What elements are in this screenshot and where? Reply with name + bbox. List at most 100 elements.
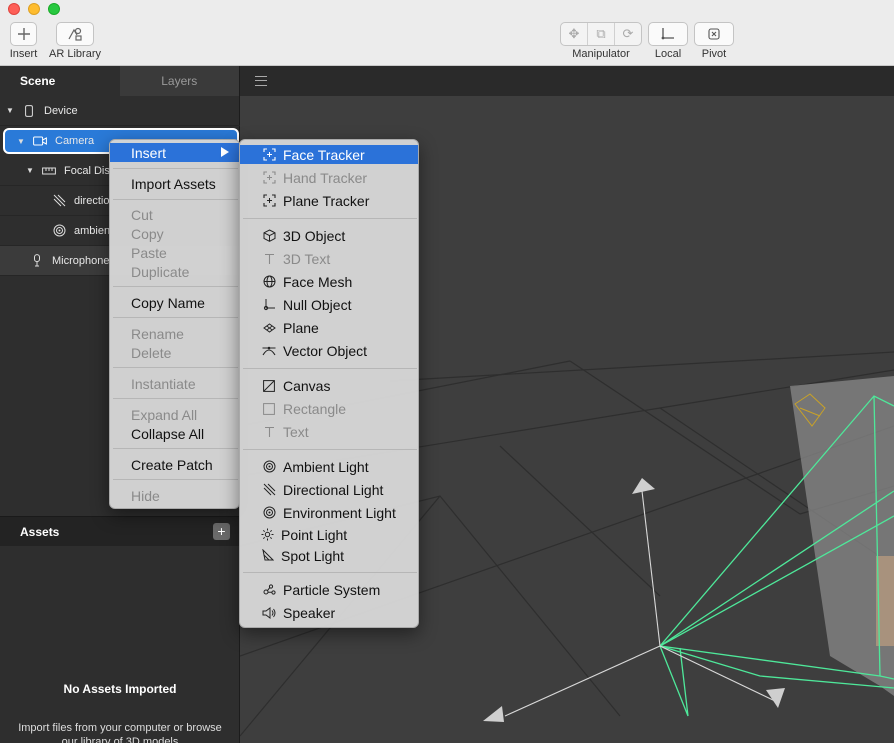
ruler-icon [42,164,56,178]
add-asset-button[interactable]: + [213,523,230,540]
menu-item-hide: Hide [131,487,160,504]
menu-item-create-patch[interactable]: Create Patch [110,455,239,474]
submenu-item-label: Environment Light [283,504,396,521]
tree-item-label: Microphone [52,254,110,267]
submenu-item-text: Text [240,422,418,441]
menu-item-expand-all: Expand All [131,406,198,423]
ambient-light-icon [262,460,276,474]
panel-tabs: Scene Layers [0,66,239,96]
submenu-item-directional-light[interactable]: Directional Light [240,480,418,499]
submenu-item-label: Vector Object [283,342,368,359]
submenu-item-label: Point Light [281,526,348,543]
menu-separator [113,286,238,287]
menu-separator [243,218,417,219]
submenu-item-particle-system[interactable]: Particle System [240,580,418,599]
tab-scene[interactable]: Scene [0,66,120,96]
submenu-item-speaker[interactable]: Speaker [240,603,418,622]
tab-layers[interactable]: Layers [119,66,239,96]
manipulator-control[interactable]: ✥ ⧉ ⟳ [560,22,642,46]
point-light-icon [260,528,274,542]
submenu-item-plane-tracker[interactable]: Plane Tracker [240,191,418,210]
submenu-item-rectangle: Rectangle [240,399,418,418]
menu-item-cut: Cut [131,206,153,223]
submenu-item-plane[interactable]: Plane [240,318,418,337]
axis-arrow-x[interactable] [483,706,504,722]
submenu-item-3d-object[interactable]: 3D Object [240,226,418,245]
submenu-item-canvas[interactable]: Canvas [240,376,418,395]
pivot-button[interactable] [694,22,734,46]
microphone-icon [30,254,44,268]
tree-item-label: ambien [74,224,111,237]
shapes-icon [68,27,82,41]
minimize-window-button[interactable] [28,3,40,15]
submenu-item-label: 3D Object [283,227,346,244]
phone-icon [22,104,36,118]
menu-item-copy-name[interactable]: Copy Name [110,293,239,312]
null-object-icon [262,298,276,312]
submenu-item-label: Null Object [283,296,352,313]
speaker-icon [262,606,276,620]
expand-arrow-icon[interactable]: ▼ [6,106,16,115]
submenu-item-spot-light[interactable]: Spot Light [240,546,418,565]
menu-item-insert[interactable]: Insert [110,143,239,162]
submenu-item-point-light[interactable]: Point Light [240,525,418,544]
menu-separator [113,448,238,449]
menu-item-label: Insert [131,144,167,161]
menu-icon[interactable] [255,76,267,86]
submenu-item-label: Hand Tracker [283,169,368,186]
submenu-item-face-mesh[interactable]: Face Mesh [240,272,418,291]
local-button[interactable] [648,22,688,46]
insert-button[interactable] [10,22,37,46]
environment-light-icon [262,506,276,520]
manipulator-label: Manipulator [572,48,630,60]
close-window-button[interactable] [8,3,20,15]
menu-item-delete: Delete [131,344,172,361]
tree-item-label: Focal Dis [64,164,110,177]
menu-item-paste: Paste [131,244,167,261]
tree-item-label: directio [74,194,110,207]
submenu-item-face-tracker[interactable]: Face Tracker [240,145,418,164]
local-axis-icon [661,28,674,40]
import-help-text: Import files from your computer or brows… [18,722,222,743]
submenu-item-label: Text [283,423,309,440]
submenu-item-environment-light[interactable]: Environment Light [240,503,418,522]
context-menu: Insert Import Assets Cut Copy Paste Dupl… [109,139,240,509]
axis-arrow-y[interactable] [632,478,655,494]
submenu-item-label: 3D Text [283,250,331,267]
camera-icon [33,134,47,148]
menu-item-copy: Copy [131,225,164,242]
menu-separator [113,367,238,368]
tree-item-label: Device [44,104,78,117]
vector-icon [262,344,276,358]
face-tracker-icon [262,148,276,162]
menu-item-collapse-all[interactable]: Collapse All [110,424,239,443]
menu-separator [113,479,238,480]
expand-arrow-icon[interactable]: ▼ [26,166,36,175]
plane-icon [262,321,276,335]
submenu-item-vector-object[interactable]: Vector Object [240,341,418,360]
pivot-icon [708,28,720,40]
expand-arrow-icon[interactable]: ▼ [17,137,27,146]
window-toolbar: Insert AR Library ✥ ⧉ ⟳ Manipulator Loca… [0,0,894,66]
submenu-item-label: Plane [283,319,319,336]
text-icon [262,425,276,439]
rotate-icon[interactable]: ⟳ [615,23,641,45]
hand-tracker-icon [262,171,276,185]
ar-library-button[interactable] [56,22,94,46]
plus-icon [17,28,30,40]
submenu-item-null-object[interactable]: Null Object [240,295,418,314]
tree-item-device[interactable]: ▼ Device [0,96,240,126]
cube-icon [262,229,276,243]
tree-item-label: Camera [55,135,95,147]
submenu-item-label: Ambient Light [283,458,369,475]
menu-item-import-assets[interactable]: Import Assets [110,174,239,193]
submenu-item-ambient-light[interactable]: Ambient Light [240,457,418,476]
submenu-arrow-icon [221,147,229,157]
zoom-window-button[interactable] [48,3,60,15]
scale-icon[interactable]: ⧉ [588,23,615,45]
menu-separator [113,317,238,318]
move-icon[interactable]: ✥ [561,23,588,45]
submenu-item-hand-tracker: Hand Tracker [240,168,418,187]
canvas-icon [262,379,276,393]
menu-item-rename: Rename [131,325,184,342]
